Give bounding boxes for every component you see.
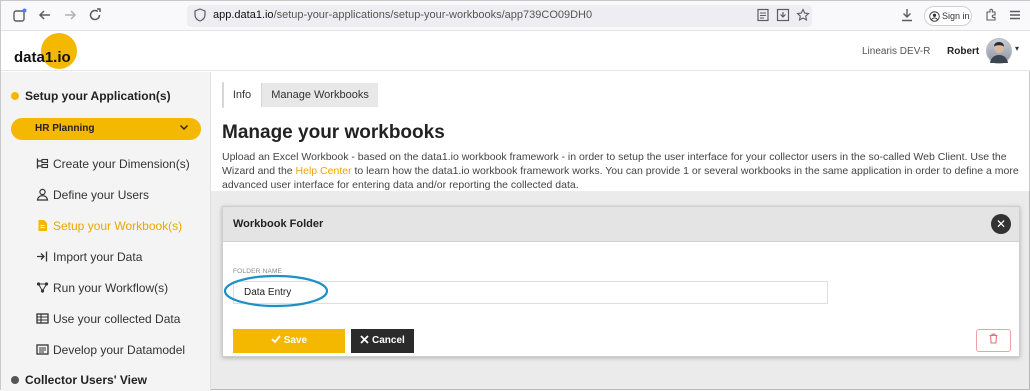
workbook-folder-modal: Workbook Folder ✕ FOLDER NAME Save Cance… [222,206,1020,357]
tab-info[interactable]: Info [223,83,261,107]
setup-section-title: Setup your Application(s) [11,89,171,103]
sidebar-item-import[interactable]: Import your Data [35,248,205,268]
sidebar-item-label: Setup your Workbook(s) [53,219,183,233]
sidebar-item-label: Develop your Datamodel [53,343,186,357]
close-icon: ✕ [995,217,1007,231]
check-icon [271,335,281,346]
folder-name-input[interactable] [233,281,828,304]
cancel-x-icon [360,335,369,346]
import-icon [35,250,49,264]
browser-toolbar: app.data1.io/setup-your-applications/set… [1,1,1030,31]
url-text: app.data1.io/setup-your-applications/set… [213,9,593,21]
trash-icon [988,333,999,346]
screenshot-icon[interactable] [775,8,791,24]
sidebar-item-label: Create your Dimension(s) [53,157,190,171]
page-description: Upload an Excel Workbook - based on the … [222,150,1022,192]
sidebar: Setup your Application(s) HR Planning Cr… [1,72,211,391]
app-header: data1.io Linearis DEV-R Robert ▾ [1,31,1030,71]
hierarchy-icon [35,157,49,171]
save-button[interactable]: Save [233,329,345,353]
sidebar-item-collected-data[interactable]: Use your collected Data [35,310,205,330]
tab-bar: Info Manage Workbooks [222,82,378,108]
sidebar-item-label: Import your Data [53,250,143,264]
sidebar-item-workflows[interactable]: Run your Workflow(s) [35,279,205,299]
sidebar-item-label: Use your collected Data [53,312,181,326]
reload-icon[interactable] [87,8,103,24]
app-selector-label: HR Planning [35,123,95,134]
user-icon [35,188,49,202]
sidebar-item-label: Run your Workflow(s) [53,281,169,295]
modal-header: Workbook Folder ✕ [223,207,1019,242]
organization-name[interactable]: Linearis DEV-R [862,46,930,57]
delete-button[interactable] [976,329,1011,352]
sidebar-item-label: Define your Users [53,188,150,202]
avatar[interactable] [986,38,1012,64]
collector-section-title[interactable]: Collector Users' View [11,373,147,387]
extensions-icon[interactable] [983,8,999,24]
back-icon[interactable] [37,8,53,24]
sign-in-button[interactable]: Sign in [924,6,972,26]
cancel-button[interactable]: Cancel [351,329,414,353]
forward-icon[interactable] [62,8,78,24]
sidebar-item-datamodel[interactable]: Develop your Datamodel [35,341,205,361]
section-dot-icon [11,92,19,100]
chevron-down-icon [179,122,189,135]
folder-name-label: FOLDER NAME [233,268,283,275]
user-menu-caret-icon[interactable]: ▾ [1015,44,1019,53]
menu-icon[interactable] [1007,8,1023,24]
bookmark-star-icon[interactable] [795,8,811,24]
close-button[interactable]: ✕ [991,214,1011,234]
sidebar-item-dimensions[interactable]: Create your Dimension(s) [35,155,205,175]
sidebar-item-users[interactable]: Define your Users [35,186,205,206]
app-logo[interactable]: data1.io [14,49,71,66]
workflow-icon [35,281,49,295]
datamodel-icon [35,343,49,357]
table-icon [35,312,49,326]
account-icon [929,10,940,28]
tab-manage-workbooks[interactable]: Manage Workbooks [261,83,378,107]
file-icon [35,219,49,233]
app-selector[interactable]: HR Planning [11,118,201,140]
modal-title: Workbook Folder [233,218,324,230]
help-center-link[interactable]: Help Center [296,165,352,177]
cancel-label: Cancel [371,335,405,346]
section-dot-icon [11,376,19,384]
screenshot-frame: app.data1.io/setup-your-applications/set… [0,0,1030,391]
reader-view-icon[interactable] [755,8,771,24]
page-title: Manage your workbooks [222,122,445,143]
tab-overview-icon[interactable] [12,8,28,24]
user-name[interactable]: Robert [947,46,979,57]
save-label: Save [283,335,308,346]
address-bar[interactable]: app.data1.io/setup-your-applications/set… [187,5,812,27]
sidebar-item-workbooks[interactable]: Setup your Workbook(s) [35,217,205,237]
downloads-icon[interactable] [899,8,915,24]
sign-in-label: Sign in [942,11,970,21]
site-info-icon[interactable] [192,8,208,24]
